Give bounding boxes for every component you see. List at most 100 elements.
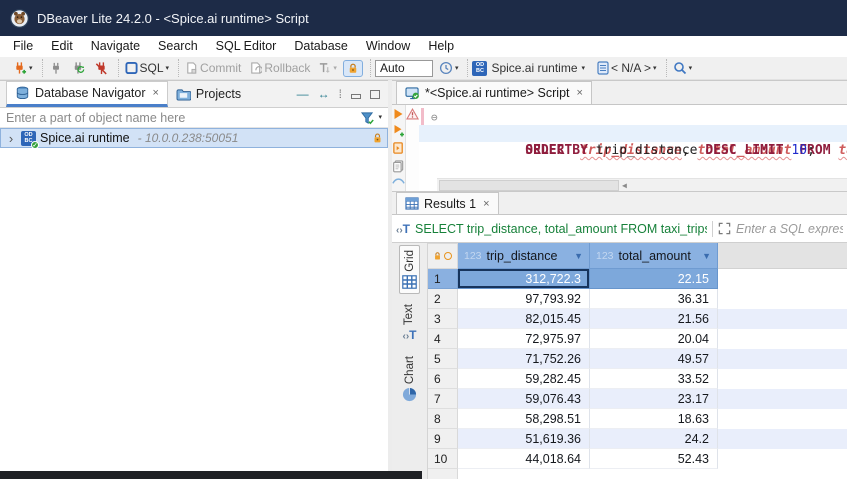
active-connection-name[interactable]: Spice.ai runtime [491, 61, 577, 75]
commit-button[interactable]: Commit [183, 60, 243, 76]
execute-script-button[interactable] [392, 141, 405, 155]
menu-file[interactable]: File [4, 36, 42, 57]
menu-search[interactable]: Search [149, 36, 207, 57]
menu-edit[interactable]: Edit [42, 36, 82, 57]
grid-cell[interactable]: 52.43 [590, 449, 718, 469]
results-view-tab-grid[interactable]: Grid [399, 245, 420, 294]
grid-cell[interactable]: 23.17 [590, 389, 718, 409]
sql-line-1[interactable]: ⊖ SELECT trip_distance, total_amount FRO… [419, 108, 847, 125]
grid-cell[interactable]: 24.2 [590, 429, 718, 449]
new-connection-dropdown-icon[interactable]: ▾ [29, 65, 33, 72]
sql-editor-dropdown-icon[interactable]: ▾ [166, 65, 170, 72]
grid-corner-cell[interactable] [428, 243, 458, 269]
new-connection-button[interactable]: ▾ [10, 60, 35, 77]
sql-line-2[interactable]: ORDER BY trip_distance DESC LIMIT 10; [419, 125, 847, 142]
tab-sql-script[interactable]: *<Spice.ai runtime> Script × [396, 81, 592, 104]
row-number[interactable]: 2 [428, 289, 458, 309]
search-dropdown-icon[interactable]: ▾ [689, 65, 693, 72]
view-menu-icon[interactable]: ⁞ [339, 87, 342, 101]
catalog-dropdown-icon[interactable]: ▾ [653, 65, 657, 72]
grid-cell[interactable]: 33.52 [590, 369, 718, 389]
sql-code-area[interactable]: ⊖ SELECT trip_distance, total_amount FRO… [419, 105, 847, 191]
row-number[interactable]: 10 [428, 449, 458, 469]
filter-dropdown-icon[interactable]: ▾ [378, 114, 382, 121]
editor-horizontal-scrollbar[interactable]: ◀ [437, 178, 847, 191]
tab-projects[interactable]: Projects [168, 81, 249, 107]
navigator-filter-input[interactable]: Enter a part of object name here ▾ [0, 108, 388, 128]
row-number[interactable]: 1 [428, 269, 458, 289]
minimize-view-icon[interactable]: — [297, 87, 309, 101]
scroll-left-icon[interactable]: ◀ [622, 177, 627, 194]
transaction-mode-button[interactable]: ▾ [316, 60, 339, 76]
grid-cell[interactable]: 18.63 [590, 409, 718, 429]
column-header-trip-distance[interactable]: 123 trip_distance ▼ [458, 243, 590, 269]
grid-cell[interactable]: 36.31 [590, 289, 718, 309]
search-button[interactable]: ▾ [671, 60, 695, 76]
row-number[interactable]: 9 [428, 429, 458, 449]
grid-cell[interactable]: 44,018.64 [458, 449, 590, 469]
connection-dropdown-icon[interactable]: ▾ [582, 65, 586, 72]
fold-collapse-icon[interactable]: ⊖ [431, 109, 438, 126]
menu-help[interactable]: Help [419, 36, 463, 57]
row-number[interactable]: 3 [428, 309, 458, 329]
sql-expression-input[interactable]: Enter a SQL expression to [736, 222, 843, 236]
row-number[interactable]: 4 [428, 329, 458, 349]
close-icon[interactable]: × [152, 87, 158, 99]
grid-cell[interactable]: 59,076.43 [458, 389, 590, 409]
sort-indicator-icon[interactable]: ▼ [694, 251, 711, 261]
transaction-log-dropdown-icon[interactable]: ▾ [455, 65, 459, 72]
grid-cell[interactable]: 21.56 [590, 309, 718, 329]
menu-database[interactable]: Database [285, 36, 357, 57]
expand-filter-icon[interactable] [718, 222, 731, 235]
column-header-total-amount[interactable]: 123 total_amount ▼ [590, 243, 718, 269]
filter-funnel-icon[interactable] [360, 111, 375, 125]
rollback-button[interactable]: Rollback [247, 60, 312, 76]
results-view-tab-text[interactable]: Text ‹›T [400, 300, 418, 346]
disconnect-button[interactable] [92, 60, 111, 77]
grid-cell[interactable]: 82,015.45 [458, 309, 590, 329]
tab-database-navigator[interactable]: Database Navigator × [6, 81, 168, 107]
grid-cell[interactable]: 51,619.36 [458, 429, 590, 449]
grid-cell[interactable]: 22.15 [590, 269, 718, 289]
menu-navigate[interactable]: Navigate [82, 36, 149, 57]
grid-cell[interactable]: 59,282.45 [458, 369, 590, 389]
auto-commit-combo[interactable]: Auto [375, 60, 433, 77]
grid-row-7: 759,076.4323.17 [428, 389, 847, 409]
scrollbar-thumb[interactable] [439, 180, 619, 191]
link-with-editor-icon[interactable]: ↔ [318, 87, 330, 101]
active-catalog-button[interactable]: < N/A > ▾ [595, 60, 659, 76]
results-view-tab-chart[interactable]: Chart [400, 352, 419, 406]
explain-plan-button[interactable] [392, 177, 405, 185]
execute-in-new-tab-button[interactable] [393, 124, 405, 137]
execute-script-alt-button[interactable] [392, 159, 405, 173]
minimize-panel-icon[interactable] [351, 94, 361, 99]
menu-window[interactable]: Window [357, 36, 419, 57]
grid-cell[interactable]: 71,752.26 [458, 349, 590, 369]
grid-cell[interactable]: 97,793.92 [458, 289, 590, 309]
grid-cell[interactable]: 49.57 [590, 349, 718, 369]
row-number[interactable]: 5 [428, 349, 458, 369]
close-icon[interactable]: × [577, 87, 583, 99]
connection-lock-toggle[interactable] [343, 60, 363, 77]
menu-sql-editor[interactable]: SQL Editor [207, 36, 286, 57]
expand-chevron-icon[interactable]: › [5, 131, 17, 146]
grid-cell[interactable]: 20.04 [590, 329, 718, 349]
execute-statement-button[interactable] [393, 108, 404, 120]
reconnect-button[interactable] [69, 60, 88, 77]
row-number[interactable]: 8 [428, 409, 458, 429]
row-number[interactable]: 6 [428, 369, 458, 389]
grid-cell[interactable]: 72,975.97 [458, 329, 590, 349]
numeric-type-icon: 123 [596, 250, 614, 262]
sql-editor-button[interactable]: SQL ▾ [123, 60, 172, 76]
connect-button[interactable] [47, 60, 65, 77]
sort-indicator-icon[interactable]: ▼ [566, 251, 583, 261]
connection-tree-item[interactable]: › ODBC✓ Spice.ai runtime - 10.0.0.238:50… [0, 128, 388, 148]
tab-results-1[interactable]: Results 1 × [396, 192, 499, 214]
grid-cell[interactable]: 58,298.51 [458, 409, 590, 429]
transaction-mode-dropdown-icon[interactable]: ▾ [333, 65, 337, 72]
grid-cell[interactable]: 312,722.3 [458, 269, 590, 289]
close-icon[interactable]: × [483, 198, 489, 210]
maximize-panel-icon[interactable] [370, 90, 380, 99]
row-number[interactable]: 7 [428, 389, 458, 409]
transaction-log-button[interactable]: ▾ [437, 60, 461, 76]
